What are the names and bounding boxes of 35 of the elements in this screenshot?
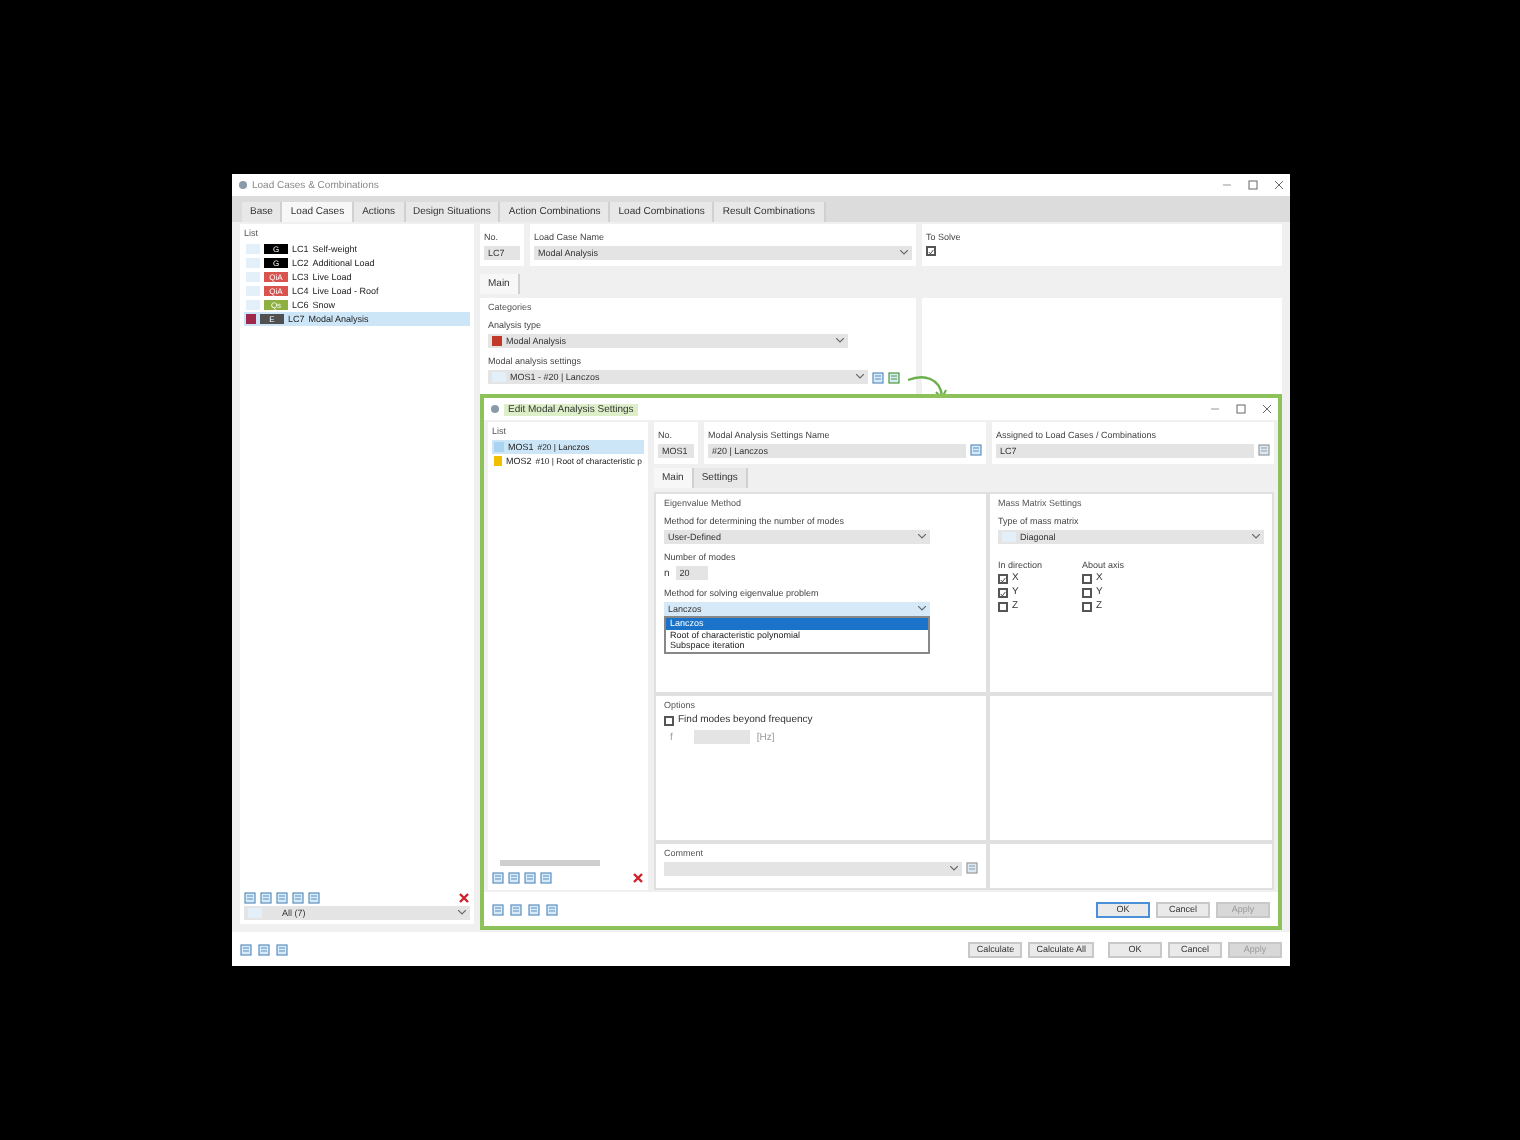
checkbox[interactable] [1082,587,1093,597]
dropdown-caret-icon [836,338,844,344]
list-icon[interactable] [308,891,320,903]
dropdown-caret-icon [918,606,926,612]
app-icon [490,404,500,414]
list-marker-icon [246,258,260,268]
close-icon[interactable] [1262,404,1272,414]
delete-icon[interactable] [632,871,644,883]
minimize-icon[interactable] [1210,404,1220,414]
comment-field[interactable] [664,862,962,876]
dropdown-caret-icon [950,866,958,872]
dropdown-caret-icon [900,250,908,256]
checkbox[interactable] [1082,573,1093,583]
maximize-icon[interactable] [1248,180,1258,190]
checkbox[interactable] [998,587,1008,597]
list-marker-icon [246,286,260,296]
delete-icon[interactable] [458,891,470,903]
list-marker-icon [246,300,260,310]
dropdown-caret-icon [458,910,466,916]
checkbox[interactable] [998,601,1008,611]
dropdown-caret-icon [1252,534,1260,540]
checkbox[interactable] [998,573,1008,583]
dropdown-caret-icon [918,534,926,540]
color-swatch-icon [246,314,256,324]
checkbox[interactable] [1082,601,1093,611]
close-icon[interactable] [1274,180,1284,190]
minimize-icon[interactable] [1222,180,1232,190]
list-icon[interactable] [540,871,552,883]
dropdown-caret-icon [856,374,864,380]
list-marker-icon [246,244,260,254]
maximize-icon[interactable] [1236,404,1246,414]
list-marker-icon [246,272,260,282]
checkbox[interactable] [926,246,936,256]
checkbox[interactable] [664,715,674,725]
app-icon [238,180,248,190]
